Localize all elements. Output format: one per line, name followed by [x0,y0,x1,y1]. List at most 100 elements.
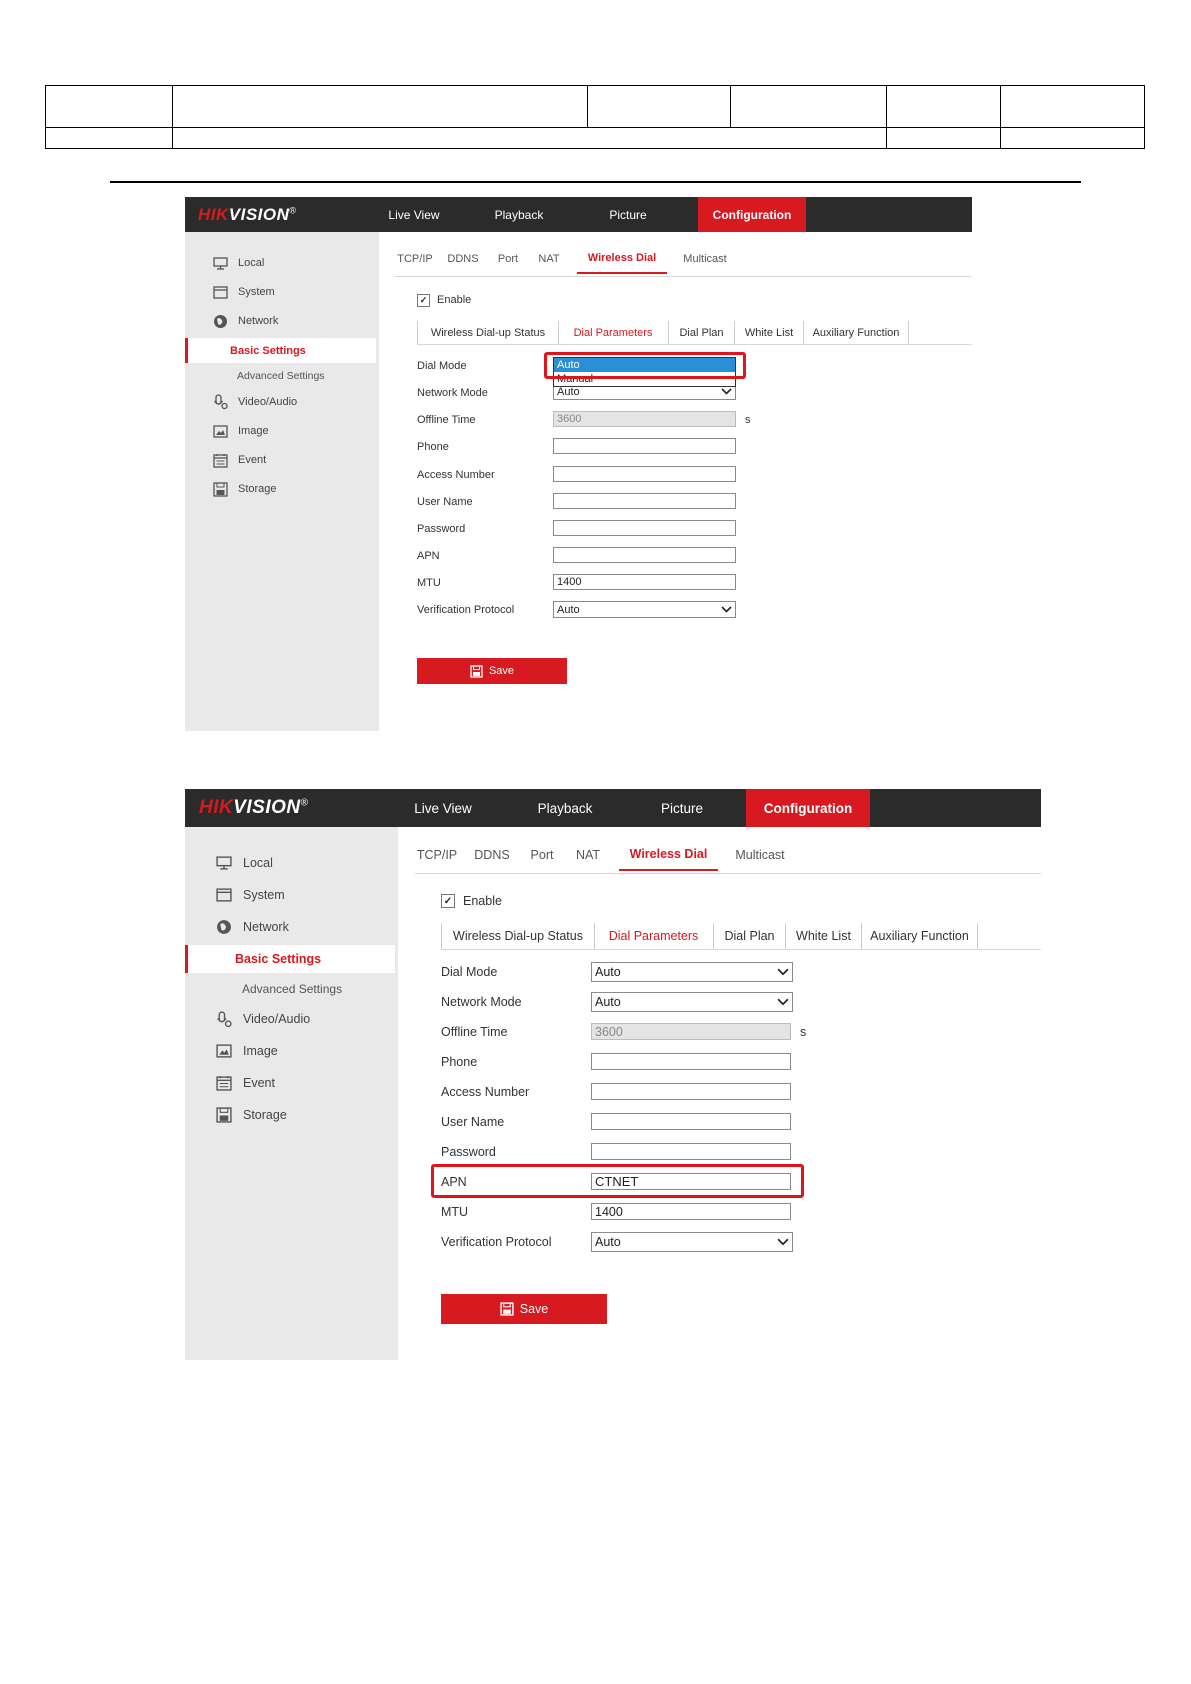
tab-tcp-ip[interactable]: TCP/IP [395,244,435,274]
mtu-input[interactable]: 1400 [553,574,736,590]
system-icon [215,888,233,902]
subtab-dial-plan[interactable]: Dial Plan [669,321,735,344]
subtab-wireless-dial-up-status[interactable]: Wireless Dial-up Status [417,321,559,344]
save-label: Save [488,665,515,677]
sidebar-item-image[interactable]: Image [185,1039,278,1063]
image-icon [215,1044,233,1058]
offline-time-input[interactable]: 3600 [553,411,736,427]
phone-label: Phone [441,1055,478,1069]
tab-wireless-dial[interactable]: Wireless Dial [577,244,667,274]
phone-input[interactable] [553,438,736,454]
dial-mode-select[interactable]: Auto [591,962,793,982]
sidebar-item-basic-settings[interactable]: Basic Settings [185,338,376,363]
password-label: Password [417,523,466,535]
dial-mode-label: Dial Mode [417,360,467,372]
screenshot-apn: HIKVISION® Live View Playback Picture Co… [185,789,1041,1360]
nav-playback[interactable]: Playback [528,789,602,827]
subtab-dial-parameters[interactable]: Dial Parameters [558,321,669,344]
offline-time-unit: s [800,1025,807,1039]
phone-input[interactable] [591,1053,791,1070]
nav-live-view[interactable]: Live View [379,197,449,232]
table-border-left [45,85,46,149]
sidebar-item-network[interactable]: Network [185,310,278,332]
password-input[interactable] [591,1143,791,1160]
save-icon [500,1302,514,1316]
table-divider [587,85,588,127]
sidebar-item-label: Video/Audio [238,396,298,408]
phone-label: Phone [417,441,449,453]
nav-configuration[interactable]: Configuration [698,197,806,232]
network-mode-select[interactable]: Auto [591,992,793,1012]
nav-live-view[interactable]: Live View [408,789,478,827]
subtab-white-list[interactable]: White List [735,321,804,344]
tab-multicast[interactable]: Multicast [729,838,791,871]
verification-protocol-select[interactable]: Auto [553,601,736,618]
image-icon [211,424,229,438]
sidebar-item-video-audio[interactable]: Video/Audio [185,391,297,413]
network-mode-label: Network Mode [441,995,522,1009]
subtab-white-list[interactable]: White List [786,923,862,949]
tab-multicast[interactable]: Multicast [677,244,733,274]
tab-port[interactable]: Port [492,244,524,274]
enable-checkbox-row[interactable]: ✓ Enable [417,293,471,307]
enable-checkbox[interactable]: ✓ [441,894,455,908]
enable-checkbox-row[interactable]: ✓ Enable [441,893,502,909]
sidebar-item-image[interactable]: Image [185,420,269,442]
sidebar-item-storage[interactable]: Storage [185,478,277,500]
subtab-dial-plan[interactable]: Dial Plan [714,923,786,949]
highlight-box-dial-mode [544,352,746,379]
sidebar-item-system[interactable]: System [185,883,285,907]
verification-protocol-label: Verification Protocol [417,604,515,616]
tab-ddns[interactable]: DDNS [470,838,514,871]
globe-icon [211,314,229,329]
table-divider [1000,85,1001,149]
nav-picture[interactable]: Picture [652,789,712,827]
offline-time-input[interactable]: 3600 [591,1023,791,1040]
user-name-label: User Name [417,496,473,508]
sidebar-item-advanced-settings[interactable]: Advanced Settings [185,364,325,388]
apn-label: APN [417,550,440,562]
nav-picture[interactable]: Picture [593,197,663,232]
sidebar-item-label: Image [243,1044,278,1058]
chevron-down-icon [777,965,789,979]
nav-playback[interactable]: Playback [484,197,554,232]
tab-wireless-dial[interactable]: Wireless Dial [619,838,718,871]
sidebar-item-system[interactable]: System [185,281,275,303]
user-name-input[interactable] [591,1113,791,1130]
tab-tcp-ip[interactable]: TCP/IP [415,838,459,871]
tab-nat[interactable]: NAT [534,244,564,274]
apn-input[interactable] [553,547,736,563]
subtab-auxiliary-function[interactable]: Auxiliary Function [804,321,909,344]
tab-nat[interactable]: NAT [571,838,605,871]
sidebar-item-local[interactable]: Local [185,851,273,875]
verification-protocol-select[interactable]: Auto [591,1232,793,1252]
subtab-dial-parameters[interactable]: Dial Parameters [594,923,714,949]
enable-checkbox[interactable]: ✓ [417,293,430,307]
verification-protocol-value: Auto [557,603,580,616]
nav-configuration[interactable]: Configuration [746,789,870,827]
dial-subtabs: Wireless Dial-up Status Dial Parameters … [417,321,972,345]
subtab-auxiliary-function[interactable]: Auxiliary Function [862,923,978,949]
sidebar-item-network[interactable]: Network [185,915,289,939]
sidebar-item-video-audio[interactable]: Video/Audio [185,1007,310,1031]
save-button[interactable]: Save [441,1294,607,1324]
access-number-input[interactable] [553,466,736,482]
password-input[interactable] [553,520,736,536]
dial-subtabs: Wireless Dial-up Status Dial Parameters … [441,923,1041,950]
mtu-input[interactable]: 1400 [591,1203,791,1220]
sidebar-item-basic-settings[interactable]: Basic Settings [185,945,395,973]
access-number-input[interactable] [591,1083,791,1100]
sidebar-item-event[interactable]: Event [185,1071,275,1095]
subtab-wireless-dial-up-status[interactable]: Wireless Dial-up Status [441,923,595,949]
sidebar-item-storage[interactable]: Storage [185,1103,287,1127]
user-name-label: User Name [441,1115,505,1129]
tab-ddns[interactable]: DDNS [443,244,483,274]
sidebar-item-local[interactable]: Local [185,252,264,274]
tab-port[interactable]: Port [525,838,559,871]
sidebar-item-event[interactable]: Event [185,449,266,471]
sidebar-item-advanced-settings[interactable]: Advanced Settings [185,976,342,1002]
user-name-input[interactable] [553,493,736,509]
dial-mode-label: Dial Mode [441,965,498,979]
header-rule [110,181,1081,183]
save-button[interactable]: Save [417,658,567,684]
